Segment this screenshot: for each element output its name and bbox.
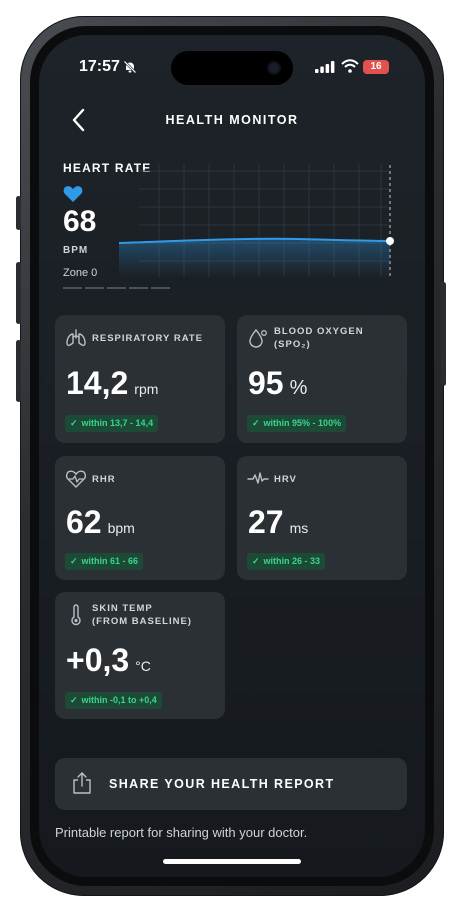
stage: 17:57 16 HEALTH MONITOR HEART RATE 68 BP… bbox=[0, 0, 462, 910]
metric-value-number: 62 bbox=[66, 504, 102, 540]
metric-range-text: within -0,1 to +0,4 bbox=[81, 695, 157, 705]
metric-range-badge: ✓ within 26 - 33 bbox=[247, 553, 326, 570]
metric-card-rhr[interactable]: RHR 62 bpm ✓ within 61 - 66 bbox=[55, 456, 225, 580]
drop-icon bbox=[249, 328, 267, 348]
zone-bars bbox=[63, 287, 170, 289]
heart-rate-chart bbox=[119, 164, 394, 277]
wifi-icon bbox=[341, 59, 359, 73]
status-time: 17:57 bbox=[79, 58, 120, 75]
check-icon: ✓ bbox=[252, 418, 260, 428]
metric-value-number: 95 bbox=[248, 365, 284, 401]
metric-unit: bpm bbox=[107, 520, 135, 536]
share-report-label: SHARE YOUR HEALTH REPORT bbox=[109, 777, 335, 791]
metric-label-line2: (FROM BASELINE) bbox=[92, 616, 192, 627]
metric-range-badge: ✓ within 95% - 100% bbox=[247, 415, 347, 432]
metric-label: RHR bbox=[92, 473, 116, 486]
home-indicator[interactable] bbox=[163, 859, 301, 864]
metric-range-text: within 95% - 100% bbox=[263, 418, 342, 428]
bell-muted-icon bbox=[123, 60, 137, 74]
check-icon: ✓ bbox=[252, 556, 260, 566]
camera-icon bbox=[269, 63, 279, 73]
check-icon: ✓ bbox=[70, 695, 78, 705]
metric-card-hrv[interactable]: HRV 27 ms ✓ within 26 - 33 bbox=[237, 456, 407, 580]
screen: 17:57 16 HEALTH MONITOR HEART RATE 68 BP… bbox=[39, 35, 425, 877]
share-icon bbox=[73, 772, 91, 794]
metric-range-badge: ✓ within 13,7 - 14,4 bbox=[65, 415, 159, 432]
metric-value: 14,2 rpm bbox=[66, 365, 158, 402]
heart-pulse-icon bbox=[65, 470, 87, 488]
metric-range-text: within 61 - 66 bbox=[81, 556, 139, 566]
metric-label-line1: BLOOD OXYGEN bbox=[274, 326, 364, 337]
metric-label-line1: RESPIRATORY RATE bbox=[92, 333, 204, 344]
battery-indicator: 16 bbox=[363, 60, 389, 74]
metric-label: SKIN TEMP (FROM BASELINE) bbox=[92, 602, 192, 628]
metric-value-number: 27 bbox=[248, 504, 284, 540]
metric-range-text: within 26 - 33 bbox=[263, 556, 321, 566]
thermometer-icon bbox=[71, 604, 81, 626]
metric-value: 95% bbox=[248, 365, 307, 402]
metric-label-line1: HRV bbox=[274, 474, 297, 485]
volume-down-button bbox=[16, 340, 21, 402]
metric-label: HRV bbox=[274, 473, 297, 486]
metric-label-line1: RHR bbox=[92, 474, 116, 485]
heart-rate-value: 68 bbox=[63, 205, 97, 238]
metric-value-number: 14,2 bbox=[66, 365, 129, 401]
metric-range-badge: ✓ within 61 - 66 bbox=[65, 553, 144, 570]
heart-rate-unit: BPM bbox=[63, 245, 89, 256]
action-button bbox=[16, 196, 21, 230]
hrv-icon bbox=[247, 472, 269, 484]
lungs-icon bbox=[66, 329, 86, 347]
metric-unit: rpm bbox=[134, 381, 159, 397]
heart-icon bbox=[63, 186, 83, 202]
volume-up-button bbox=[16, 262, 21, 324]
heart-rate-zone: Zone 0 bbox=[63, 267, 98, 279]
metric-label: RESPIRATORY RATE bbox=[92, 332, 203, 345]
metric-label-line1: SKIN TEMP bbox=[92, 603, 153, 614]
page-title: HEALTH MONITOR bbox=[165, 113, 299, 127]
cellular-signal-icon bbox=[315, 61, 335, 73]
metric-unit: ms bbox=[289, 520, 309, 536]
share-report-button[interactable]: SHARE YOUR HEALTH REPORT bbox=[55, 758, 407, 810]
metric-card-blood-oxygen[interactable]: BLOOD OXYGEN (SPO₂) 95% ✓ within 95% - 10… bbox=[237, 315, 407, 443]
metric-label-line2: (SPO₂) bbox=[274, 339, 311, 350]
dynamic-island bbox=[171, 51, 293, 85]
metric-unit: °C bbox=[135, 658, 151, 674]
metric-value-number: +0,3 bbox=[66, 642, 130, 678]
metric-range-text: within 13,7 - 14,4 bbox=[81, 418, 154, 428]
power-button bbox=[441, 282, 446, 386]
metric-card-skin-temp[interactable]: SKIN TEMP (FROM BASELINE) +0,3 °C ✓ within… bbox=[55, 592, 225, 719]
share-report-description: Printable report for sharing with your d… bbox=[55, 825, 308, 840]
check-icon: ✓ bbox=[70, 556, 78, 566]
metric-value: 27 ms bbox=[248, 504, 308, 541]
metric-unit: % bbox=[289, 377, 308, 399]
check-icon: ✓ bbox=[70, 418, 78, 428]
metric-range-badge: ✓ within -0,1 to +0,4 bbox=[65, 692, 162, 709]
metric-value: 62 bpm bbox=[66, 504, 135, 541]
metric-card-respiratory-rate[interactable]: RESPIRATORY RATE 14,2 rpm ✓ within 13,7 - … bbox=[55, 315, 225, 443]
metric-label: BLOOD OXYGEN (SPO₂) bbox=[274, 325, 364, 351]
metric-value: +0,3 °C bbox=[66, 642, 151, 679]
